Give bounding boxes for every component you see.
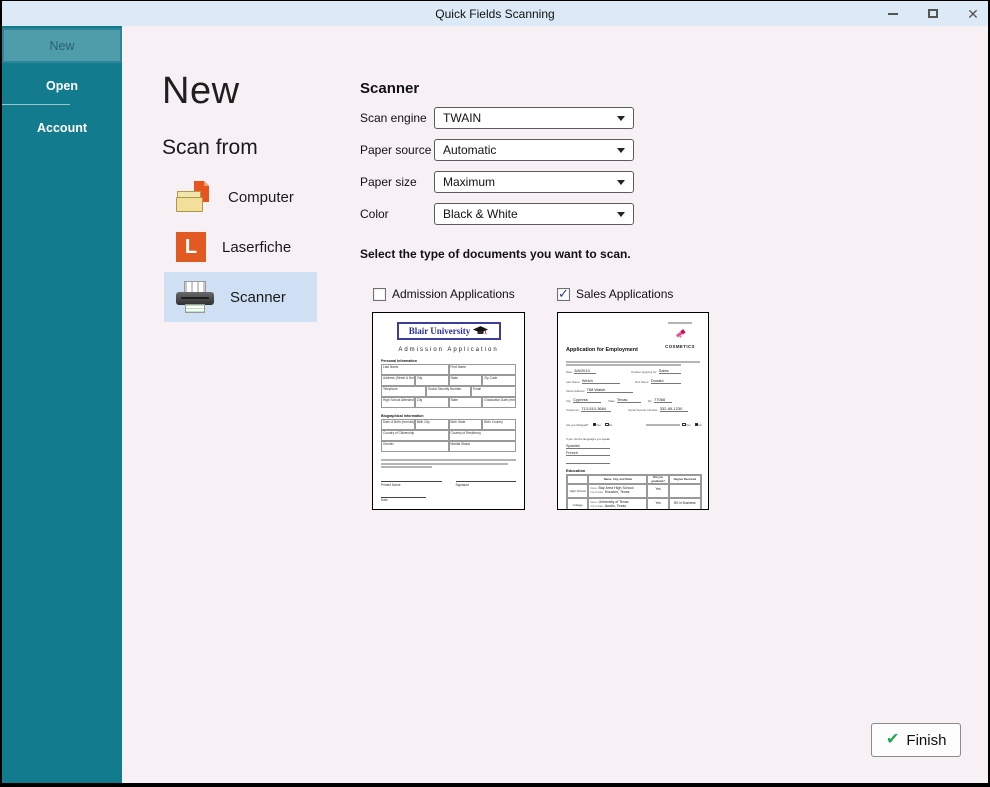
close-icon[interactable]: ✕: [966, 7, 980, 21]
admission-form-thumbnail: Blair University Admission Application P…: [372, 312, 525, 510]
color-row: Color: [360, 203, 389, 225]
paper-size-row: Paper size: [360, 171, 417, 193]
graduation-cap-icon: [473, 326, 488, 336]
check-icon: ✔: [886, 732, 899, 748]
scanner-panel-heading: Scanner: [360, 80, 419, 97]
sidebar-divider: [2, 104, 70, 105]
date-row: Date: [381, 491, 426, 503]
language-value-empty: [566, 459, 610, 464]
color-label: Color: [360, 207, 389, 221]
certification-paragraph: [381, 459, 516, 468]
chevron-down-icon: [617, 212, 625, 217]
chevron-down-icon: [617, 148, 625, 153]
source-scanner-label: Scanner: [230, 289, 286, 306]
education-table: Name, City, and State Did you graduate? …: [566, 474, 702, 510]
select-docs-label: Select the type of documents you want to…: [360, 247, 631, 261]
window-title: Quick Fields Scanning: [2, 7, 988, 21]
language-value: French: [566, 451, 610, 456]
paper-size-dropdown[interactable]: Maximum: [434, 171, 634, 193]
personal-info-grid: Last NameFirst NameAddress (Street & Num…: [381, 364, 516, 408]
sales-applications-label: Sales Applications: [576, 287, 673, 301]
paper-source-value: Automatic: [443, 143, 617, 157]
scan-from-heading: Scan from: [162, 136, 258, 160]
printed-name-label: Printed Name: [381, 483, 442, 487]
paper-size-label: Paper size: [360, 175, 417, 189]
employment-form-title: Application for Employment: [566, 347, 638, 353]
sidebar: New Open Account: [2, 26, 122, 783]
color-dropdown[interactable]: Black & White: [434, 203, 634, 225]
signature-label: Signature: [456, 483, 517, 487]
paper-source-dropdown[interactable]: Automatic: [434, 139, 634, 161]
main-content: New Scan from Computer L Laserfiche Scan…: [122, 26, 988, 783]
date-label: Date: [381, 498, 426, 502]
sales-form-thumbnail: COSMETICS Application for Employment Dat…: [557, 312, 709, 510]
admission-form-title: Admission Application: [373, 347, 524, 353]
chevron-down-icon: [617, 116, 625, 121]
languages-label: If yes, list the languages you speak:: [566, 437, 702, 441]
sidebar-item-new[interactable]: New: [2, 28, 122, 63]
source-laserfiche[interactable]: L Laserfiche: [164, 222, 317, 272]
page-title: New: [162, 70, 240, 113]
finish-button-label: Finish: [906, 732, 946, 749]
sidebar-item-account[interactable]: Account: [2, 114, 122, 142]
folder-computer-icon: [176, 181, 212, 213]
admission-applications-label: Admission Applications: [392, 287, 515, 301]
scan-engine-dropdown[interactable]: TWAIN: [434, 107, 634, 129]
scanner-icon: [176, 281, 214, 313]
paper-size-value: Maximum: [443, 175, 617, 189]
signature-row: Printed Name Signature: [381, 475, 516, 487]
cosmetics-label: COSMETICS: [659, 344, 701, 349]
education-heading: Education: [566, 468, 702, 473]
scan-engine-label: Scan engine: [360, 111, 427, 125]
color-value: Black & White: [443, 207, 617, 221]
finish-button[interactable]: ✔ Finish: [871, 723, 961, 757]
paper-source-label: Paper source: [360, 143, 431, 157]
admission-applications-checkbox[interactable]: Admission Applications: [373, 287, 515, 301]
blair-university-logo: Blair University: [397, 322, 501, 340]
education-row-highschool: High School Name:Bay Area High School Ci…: [567, 484, 701, 498]
window-controls: ✕: [886, 1, 980, 26]
personal-info-section: Personal Information: [381, 359, 524, 363]
checkbox-icon[interactable]: [557, 288, 570, 301]
employment-form-body: Date:3/8/2013 Position applying for:Sale…: [566, 368, 702, 510]
scan-engine-value: TWAIN: [443, 111, 617, 125]
checkbox-icon[interactable]: [373, 288, 386, 301]
sales-applications-checkbox[interactable]: Sales Applications: [557, 287, 673, 301]
education-row-college: College Name:University of Texas City & …: [567, 498, 701, 510]
intro-paragraph: [566, 359, 700, 368]
paper-source-row: Paper source: [360, 139, 431, 161]
chevron-down-icon: [617, 180, 625, 185]
titlebar[interactable]: Quick Fields Scanning ✕: [2, 1, 988, 26]
source-scanner[interactable]: Scanner: [164, 272, 317, 322]
cosmetics-brand-block: COSMETICS: [659, 320, 701, 349]
language-value: Spanish: [566, 444, 610, 449]
bio-info-section: Biographical Information: [381, 414, 524, 418]
maximize-icon[interactable]: [926, 7, 940, 21]
source-computer-label: Computer: [228, 189, 294, 206]
source-computer[interactable]: Computer: [164, 172, 317, 222]
lipstick-icon: [674, 328, 687, 338]
bio-info-grid: Date of Birth (mm/dd/yyyy)Birth CityBirt…: [381, 419, 516, 452]
source-laserfiche-label: Laserfiche: [222, 239, 291, 256]
minimize-icon[interactable]: [886, 7, 900, 21]
scan-engine-row: Scan engine: [360, 107, 427, 129]
scan-source-list: Computer L Laserfiche Scanner: [164, 172, 317, 322]
sidebar-item-open[interactable]: Open: [2, 72, 122, 100]
laserfiche-icon: L: [176, 232, 206, 262]
